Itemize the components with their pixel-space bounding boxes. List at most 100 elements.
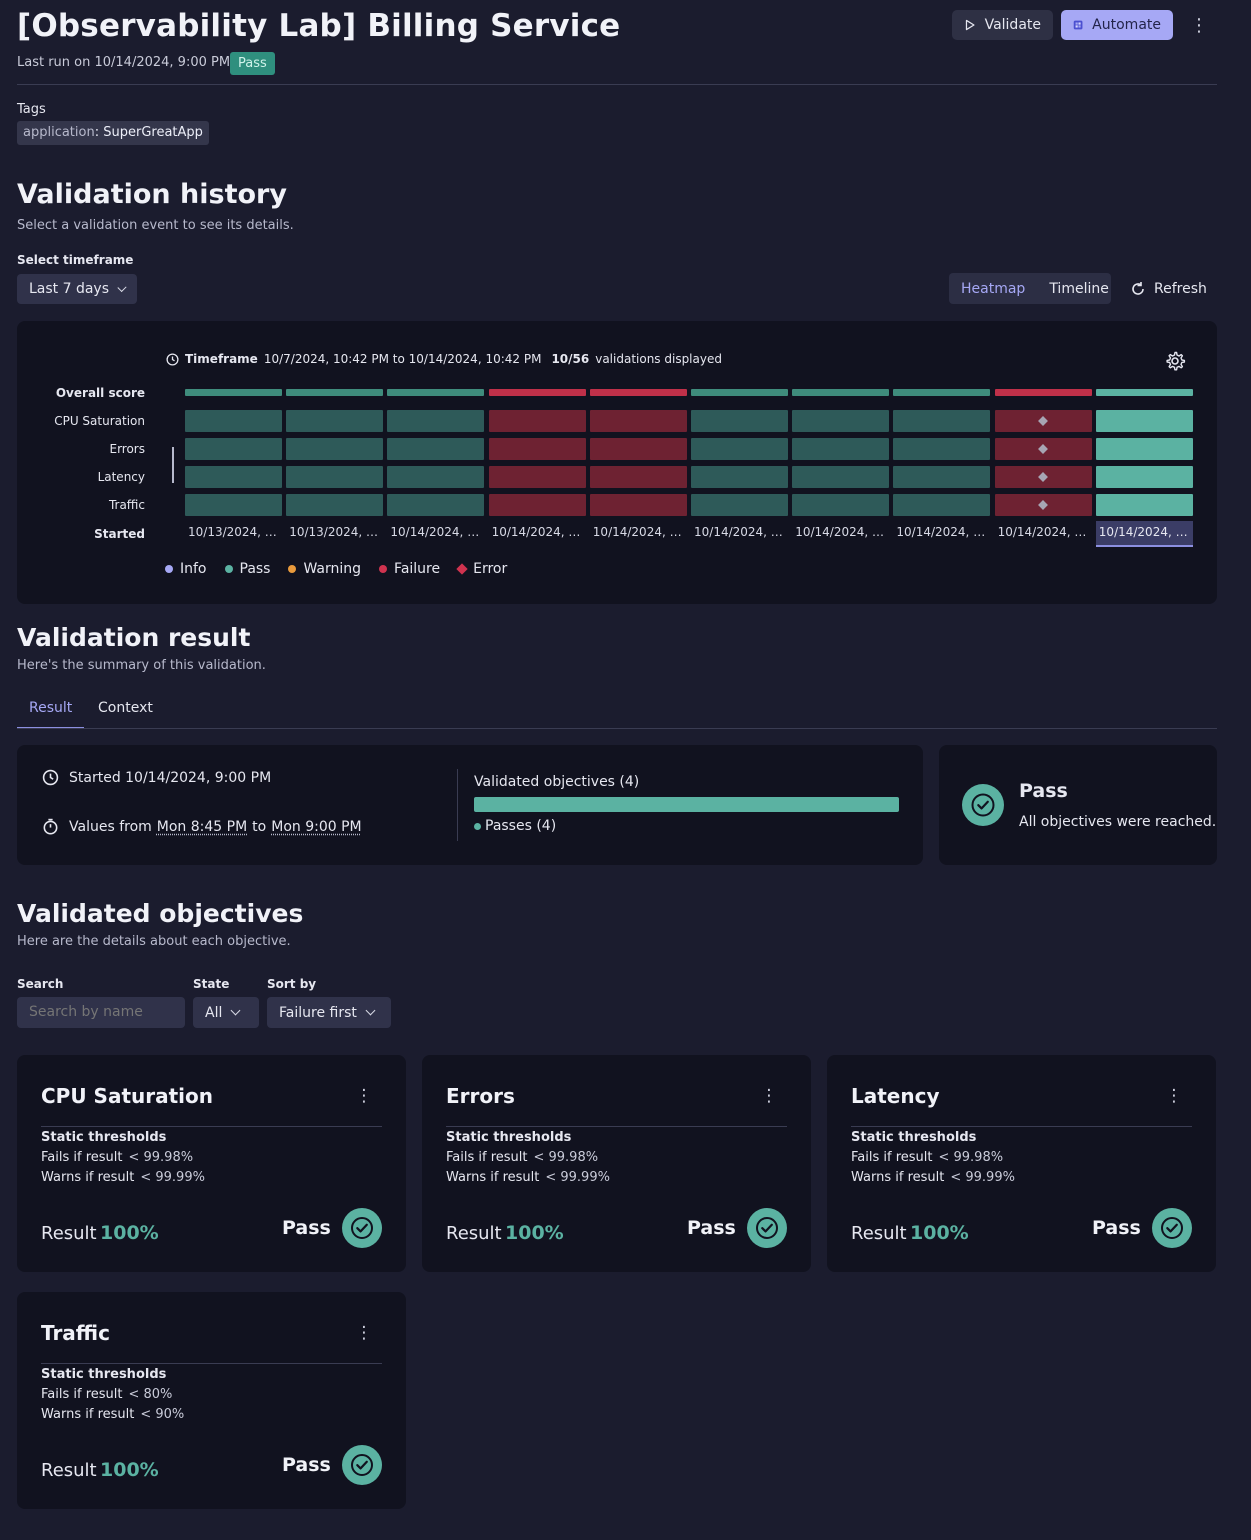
page-title: [Observability Lab] Billing Service: [17, 8, 621, 44]
gear-icon[interactable]: [1164, 350, 1186, 372]
tab-context[interactable]: Context: [86, 699, 165, 729]
heatmap-cell[interactable]: [387, 438, 485, 460]
legend-label: Warning: [303, 561, 362, 577]
automate-button[interactable]: Automate: [1061, 10, 1173, 40]
status-label: Pass: [282, 1217, 331, 1239]
heatmap-cell[interactable]: [1095, 494, 1193, 516]
chevron-down-icon: [365, 1005, 376, 1016]
history-title: Validation history: [17, 179, 287, 210]
heatmap-cell[interactable]: [792, 438, 890, 460]
tags-label: Tags: [17, 102, 46, 117]
timeframe-select[interactable]: Last 7 days: [17, 274, 137, 304]
more-options-icon[interactable]: ⋮: [353, 1322, 375, 1344]
heatmap-cell[interactable]: [792, 494, 890, 516]
heatmap-cell[interactable]: [185, 494, 282, 516]
more-options-icon[interactable]: ⋮: [1163, 1085, 1185, 1107]
started-time-label[interactable]: 10/14/2024, 6:...: [590, 521, 687, 547]
heatmap-cell[interactable]: [185, 410, 282, 432]
more-options-icon[interactable]: ⋮: [1185, 10, 1213, 40]
state-select[interactable]: All: [193, 997, 259, 1028]
started-time-label[interactable]: 10/13/2024, 6:...: [185, 521, 282, 547]
heatmap-cell[interactable]: [994, 466, 1092, 488]
search-input[interactable]: [17, 997, 185, 1028]
validate-button[interactable]: Validate: [952, 10, 1053, 40]
objective-card-traffic[interactable]: Traffic ⋮ Static thresholds Fails if res…: [17, 1292, 406, 1509]
heatmap-cell[interactable]: [488, 438, 586, 460]
more-options-icon[interactable]: ⋮: [758, 1085, 780, 1107]
tab-heatmap[interactable]: Heatmap: [949, 281, 1037, 297]
heatmap-cell[interactable]: [994, 410, 1092, 432]
heatmap-cell[interactable]: [286, 466, 384, 488]
heatmap-cell[interactable]: [893, 438, 991, 460]
pass-dot: [474, 822, 481, 830]
values-from[interactable]: Mon 8:45 PM: [157, 819, 247, 835]
heatmap-cell[interactable]: [994, 494, 1092, 516]
started-time-label[interactable]: 10/14/2024, 9:...: [691, 521, 788, 547]
heatmap-cell[interactable]: [185, 438, 282, 460]
heatmap-cell[interactable]: [589, 466, 687, 488]
heatmap-cell[interactable]: [792, 410, 890, 432]
heatmap-cell[interactable]: [691, 466, 788, 488]
overall-score-cell[interactable]: [185, 389, 282, 396]
heatmap-cell[interactable]: [589, 410, 687, 432]
overall-score-cell[interactable]: [589, 389, 687, 396]
heatmap-cell[interactable]: [893, 494, 991, 516]
heatmap-cell[interactable]: [286, 410, 384, 432]
heatmap-cell[interactable]: [994, 438, 1092, 460]
started-time-label[interactable]: 10/14/2024, 6:...: [995, 521, 1092, 547]
tab-timeline[interactable]: Timeline: [1037, 281, 1121, 297]
heatmap-cell[interactable]: [893, 410, 991, 432]
heatmap-cell[interactable]: [1095, 466, 1193, 488]
overall-score-cell[interactable]: [691, 389, 788, 396]
heatmap-cell[interactable]: [691, 438, 788, 460]
refresh-button[interactable]: Refresh: [1122, 273, 1215, 304]
overall-score-cell[interactable]: [387, 389, 485, 396]
status-badge: Pass: [230, 52, 275, 75]
heatmap-cell[interactable]: [387, 466, 485, 488]
started-time-label[interactable]: 10/14/2024, 9:...: [1095, 521, 1193, 547]
started-time-label[interactable]: 10/14/2024, 3:...: [489, 521, 586, 547]
timeframe-prefix: Timeframe: [185, 352, 258, 366]
heatmap-cell[interactable]: [589, 438, 687, 460]
started-time-label[interactable]: 10/14/2024, 1...: [792, 521, 889, 547]
heatmap-cell[interactable]: [387, 494, 485, 516]
values-to[interactable]: Mon 9:00 PM: [271, 819, 361, 835]
objective-name: CPU Saturation: [41, 1084, 213, 1108]
check-circle-icon: [342, 1445, 382, 1485]
started-time-label[interactable]: 10/14/2024, 1...: [387, 521, 484, 547]
heatmap-cell[interactable]: [792, 466, 890, 488]
objective-card-latency[interactable]: Latency ⋮ Static thresholds Fails if res…: [827, 1055, 1216, 1272]
heatmap-cell[interactable]: [286, 438, 384, 460]
heatmap-cell[interactable]: [286, 494, 384, 516]
sort-select[interactable]: Failure first: [267, 997, 391, 1028]
overall-score-cell[interactable]: [1095, 389, 1193, 396]
values-range-text: Values from Mon 8:45 PM to Mon 9:00 PM: [69, 819, 362, 835]
warns-threshold: Warns if result < 99.99%: [851, 1170, 1015, 1185]
heatmap-cell[interactable]: [1095, 410, 1193, 432]
tag-chip[interactable]: application: SuperGreatApp: [17, 121, 209, 145]
overall-score-cell[interactable]: [286, 389, 384, 396]
heatmap-cell[interactable]: [691, 410, 788, 432]
status-label: Pass: [687, 1217, 736, 1239]
objective-card-errors[interactable]: Errors ⋮ Static thresholds Fails if resu…: [422, 1055, 811, 1272]
overall-score-cell[interactable]: [994, 389, 1092, 396]
heatmap-cell[interactable]: [1095, 438, 1193, 460]
tab-result[interactable]: Result: [17, 699, 85, 729]
heatmap-cell[interactable]: [488, 494, 586, 516]
last-run-text: Last run on 10/14/2024, 9:00 PM: [17, 55, 231, 70]
objective-card-cpu-saturation[interactable]: CPU Saturation ⋮ Static thresholds Fails…: [17, 1055, 406, 1272]
heatmap-cell[interactable]: [488, 410, 586, 432]
started-time-label[interactable]: 10/13/2024, 9:...: [286, 521, 383, 547]
heatmap-cell[interactable]: [893, 466, 991, 488]
heatmap-cell[interactable]: [589, 494, 687, 516]
warns-threshold: Warns if result < 99.99%: [446, 1170, 610, 1185]
heatmap-cell[interactable]: [691, 494, 788, 516]
overall-score-cell[interactable]: [792, 389, 890, 396]
overall-score-cell[interactable]: [488, 389, 586, 396]
heatmap-cell[interactable]: [387, 410, 485, 432]
started-time-label[interactable]: 10/14/2024, 3:...: [893, 521, 990, 547]
more-options-icon[interactable]: ⋮: [353, 1085, 375, 1107]
heatmap-cell[interactable]: [185, 466, 282, 488]
overall-score-cell[interactable]: [893, 389, 991, 396]
heatmap-cell[interactable]: [488, 466, 586, 488]
